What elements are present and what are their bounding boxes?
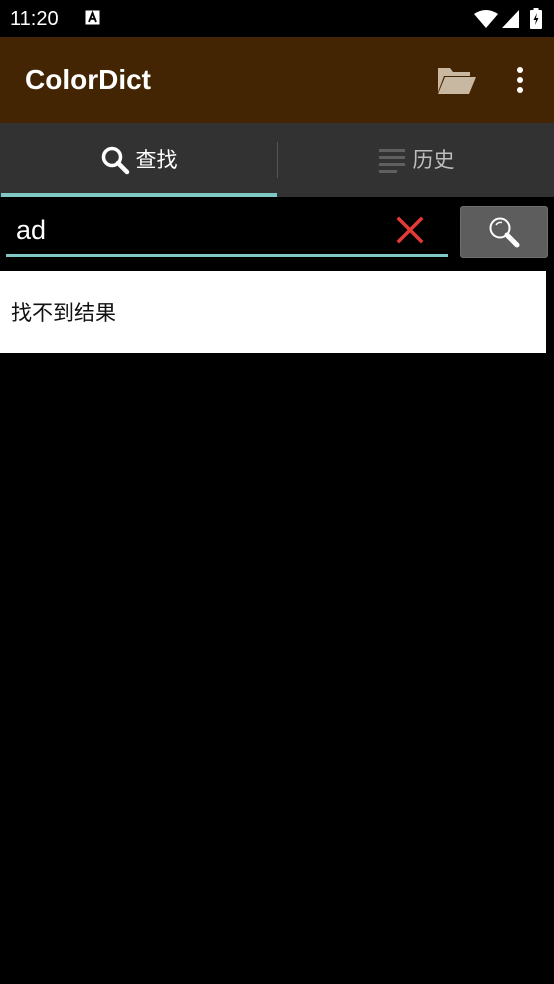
- search-row: [0, 197, 554, 267]
- search-icon: [101, 146, 129, 175]
- signal-icon: [502, 10, 519, 28]
- more-vert-icon[interactable]: [512, 66, 528, 94]
- tab-history-label: 历史: [412, 148, 455, 172]
- app-title: ColorDict: [25, 64, 151, 95]
- status-bar: 11:20: [0, 0, 554, 37]
- list-icon: [378, 149, 405, 173]
- tab-search-label: 查找: [135, 148, 178, 172]
- tab-bar: 查找 历史: [0, 123, 554, 197]
- battery-charging-icon: [530, 8, 542, 29]
- app-bar: ColorDict: [0, 37, 554, 123]
- notification-a-icon: [85, 10, 100, 25]
- result-panel: 找不到结果: [0, 271, 546, 353]
- tab-search[interactable]: 查找: [0, 123, 277, 197]
- tab-history[interactable]: 历史: [277, 123, 554, 197]
- no-result-message: 找不到结果: [11, 301, 116, 325]
- search-input[interactable]: [16, 207, 386, 253]
- search-button[interactable]: [460, 206, 548, 258]
- folder-open-icon[interactable]: [436, 64, 476, 96]
- status-time: 11:20: [10, 8, 59, 30]
- wifi-icon: [474, 10, 498, 28]
- search-button-icon: [489, 217, 520, 248]
- search-field: [6, 207, 448, 257]
- close-icon[interactable]: [396, 216, 424, 244]
